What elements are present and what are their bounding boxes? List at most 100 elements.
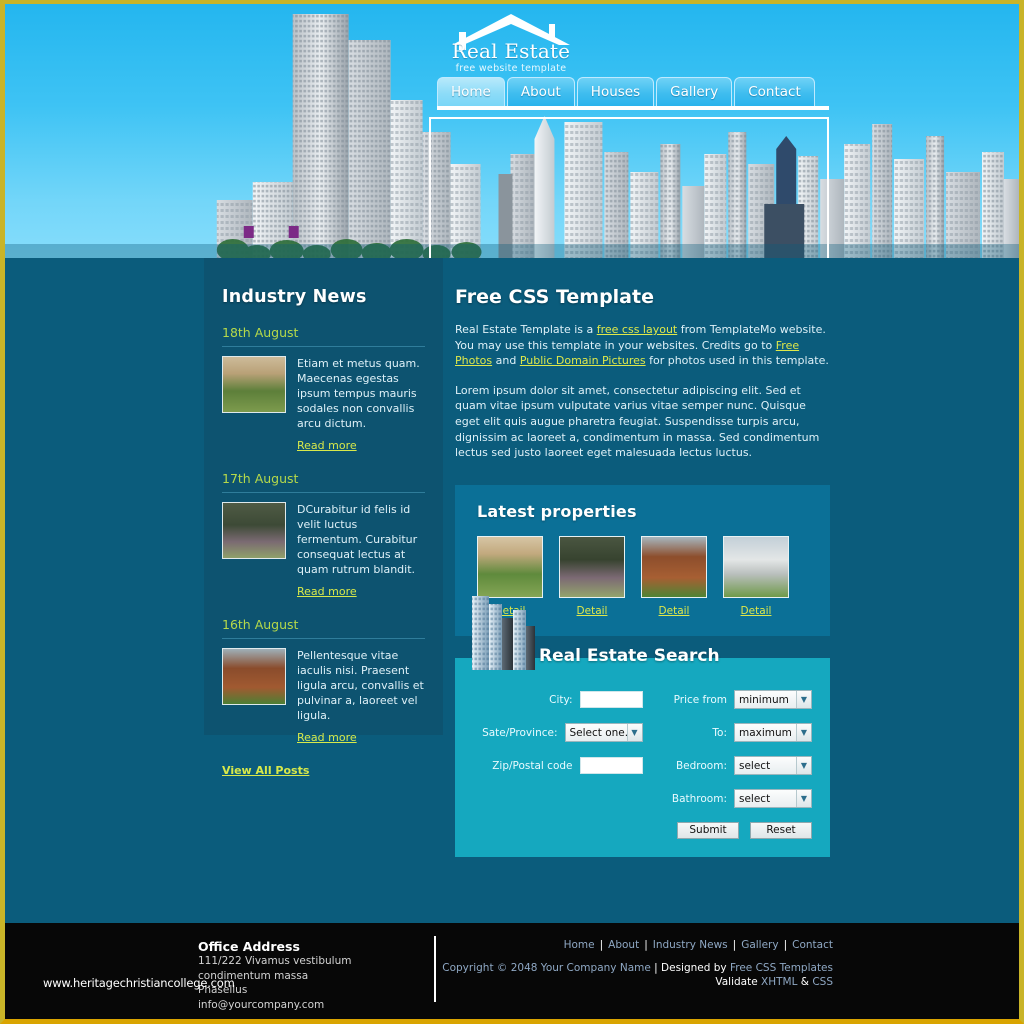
state-select[interactable]: Select one.. ▼ (564, 723, 643, 743)
search-form-left-column: City: Sate/Province: Select one.. ▼ Zip/… (473, 690, 643, 839)
state-select-value: Select one.. (569, 726, 632, 739)
price-from-value: minimum (739, 693, 789, 706)
price-to-label: To: (712, 726, 727, 739)
city-input[interactable] (579, 691, 643, 709)
intro-paragraph: Real Estate Template is a free css layou… (455, 322, 830, 369)
property-image[interactable] (723, 535, 789, 598)
site-logo[interactable]: Real Estate free website template (441, 12, 581, 74)
price-from-select[interactable]: minimum ▼ (734, 690, 812, 710)
property-detail-link[interactable]: Detail (659, 605, 690, 617)
news-read-more-link[interactable]: Read more (297, 585, 357, 598)
city-label: City: (549, 693, 573, 706)
news-text-block: Pellentesque vitae iaculis nisi. Praesen… (297, 648, 425, 745)
news-date: 18th August (222, 325, 425, 347)
real-estate-search-section: Real Estate Search City: Sate/Province: (455, 595, 830, 857)
footer-right-block: Home | About | Industry News | Gallery | Contact… (442, 939, 833, 988)
chevron-down-icon: ▼ (626, 724, 642, 742)
news-read-more-link[interactable]: Read more (297, 731, 357, 744)
property-image[interactable] (559, 535, 625, 598)
view-all-posts-link[interactable]: View All Posts (222, 764, 309, 777)
price-to-value: maximum (739, 726, 792, 739)
news-date: 16th August (222, 617, 425, 639)
property-card: Detail (723, 535, 789, 618)
news-excerpt: Etiam et metus quam. Maecenas egestas ip… (297, 357, 420, 430)
property-card: Detail (641, 535, 707, 618)
bedroom-value: select (739, 759, 771, 772)
property-image[interactable] (477, 535, 543, 598)
content-area: Industry News 18th August Etiam et metus … (5, 258, 1019, 1019)
nav-item-about[interactable]: About (506, 77, 575, 106)
public-domain-pictures-link[interactable]: Public Domain Pictures (520, 354, 646, 367)
footer-nav-separator: | (783, 939, 788, 951)
page-title: Free CSS Template (455, 286, 654, 308)
bedroom-row: Bedroom: select ▼ (643, 756, 812, 776)
bedroom-select[interactable]: select ▼ (734, 756, 812, 776)
news-excerpt: DCurabitur id felis id velit luctus ferm… (297, 503, 418, 576)
news-item: Pellentesque vitae iaculis nisi. Praesen… (222, 648, 425, 745)
chevron-down-icon: ▼ (796, 691, 811, 709)
city-row: City: (473, 690, 643, 710)
address-line-1: 111/222 Vivamus vestibulum (198, 955, 352, 967)
validate-xhtml-link[interactable]: XHTML (761, 976, 797, 988)
chevron-down-icon: ▼ (796, 757, 811, 775)
news-thumbnail (222, 356, 286, 413)
news-list: 18th August Etiam et metus quam. Maecenas… (222, 325, 425, 745)
intro-text-d: for photos used in this template. (645, 354, 829, 368)
state-row: Sate/Province: Select one.. ▼ (473, 723, 643, 743)
hero-image-frame (429, 117, 829, 258)
chevron-down-icon: ▼ (796, 790, 811, 808)
price-from-row: Price from minimum ▼ (643, 690, 812, 710)
submit-button[interactable]: Submit (677, 821, 739, 839)
news-thumbnail (222, 502, 286, 559)
property-detail-link[interactable]: Detail (741, 605, 772, 617)
news-text-block: DCurabitur id felis id velit luctus ferm… (297, 502, 425, 599)
news-read-more-link[interactable]: Read more (297, 439, 357, 452)
zip-label: Zip/Postal code (492, 759, 573, 772)
nav-item-home[interactable]: Home (437, 77, 505, 106)
news-item: DCurabitur id felis id velit luctus ferm… (222, 502, 425, 599)
search-form-right-column: Price from minimum ▼ To: maximum ▼ Bedro… (643, 690, 812, 839)
free-css-layout-link[interactable]: free css layout (597, 323, 678, 336)
bathroom-value: select (739, 792, 771, 805)
sidebar-industry-news: Industry News 18th August Etiam et metus … (204, 258, 443, 777)
brand-tagline: free website template (455, 63, 567, 74)
state-label: Sate/Province: (482, 726, 558, 739)
footer-nav-item-gallery[interactable]: Gallery (741, 939, 778, 951)
footer-nav-item-home[interactable]: Home (564, 939, 595, 951)
validate-css-link[interactable]: CSS (812, 976, 833, 988)
chevron-down-icon: ▼ (796, 724, 811, 742)
office-buildings-icon (472, 595, 535, 670)
property-card: Detail (559, 535, 625, 618)
nav-item-contact[interactable]: Contact (734, 77, 815, 106)
news-date: 17th August (222, 471, 425, 493)
bathroom-select[interactable]: select ▼ (734, 789, 812, 809)
footer-nav-item-about[interactable]: About (608, 939, 639, 951)
designer-link[interactable]: Free CSS Templates (730, 962, 833, 974)
company-name: Your Company Name (540, 962, 651, 974)
copyright-line: Copyright © 2048 Your Company Name | Des… (442, 962, 833, 974)
footer-nav-item-industry-news[interactable]: Industry News (653, 939, 728, 951)
reset-button[interactable]: Reset (750, 821, 812, 839)
site-footer: Office Address 111/222 Vivamus vestibulu… (5, 923, 1019, 1019)
price-from-label: Price from (673, 693, 727, 706)
news-item: Etiam et metus quam. Maecenas egestas ip… (222, 356, 425, 453)
property-image[interactable] (641, 535, 707, 598)
page-root: Real Estate free website template Home Ab… (0, 0, 1024, 1024)
search-title: Real Estate Search (539, 645, 720, 666)
footer-nav-item-contact[interactable]: Contact (792, 939, 833, 951)
property-detail-link[interactable]: Detail (577, 605, 608, 617)
nav-item-houses[interactable]: Houses (576, 77, 655, 106)
lorem-paragraph: Lorem ipsum dolor sit amet, consectetur … (455, 383, 820, 460)
nav-item-gallery[interactable]: Gallery (656, 77, 733, 106)
price-to-select[interactable]: maximum ▼ (734, 723, 812, 743)
bedroom-label: Bedroom: (675, 759, 727, 772)
news-excerpt: Pellentesque vitae iaculis nisi. Praesen… (297, 649, 424, 722)
validate-amp: & (797, 976, 813, 988)
latest-properties-title: Latest properties (477, 501, 637, 521)
main-navigation: Home About Houses Gallery Contact (437, 77, 829, 110)
footer-navigation: Home | About | Industry News | Gallery | Contact (442, 939, 833, 951)
sidebar-title: Industry News (222, 287, 367, 307)
zip-input[interactable] (579, 757, 643, 775)
validate-label: Validate (715, 976, 762, 988)
intro-text-a: Real Estate Template is a (455, 323, 597, 336)
